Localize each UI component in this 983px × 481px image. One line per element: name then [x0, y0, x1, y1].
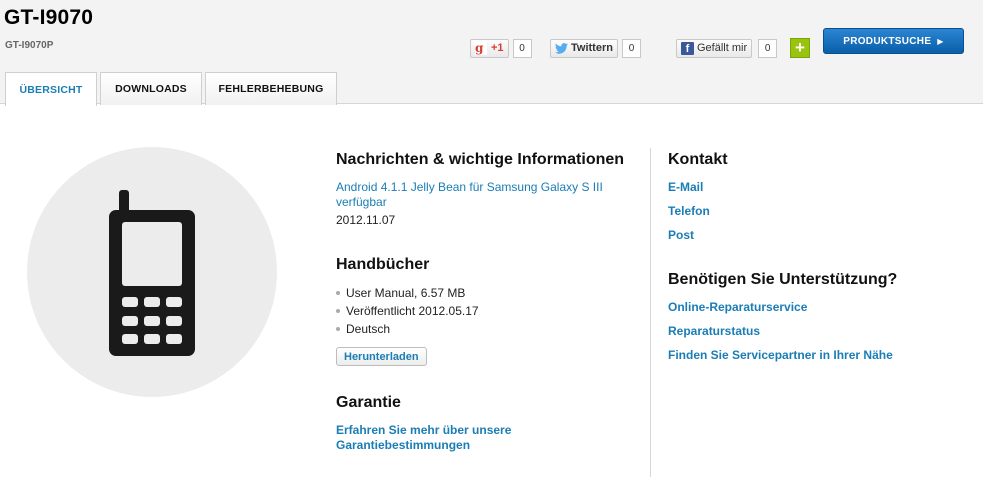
contact-link-post[interactable]: Post — [668, 228, 694, 242]
warranty-link-line-2[interactable]: Garantiebestimmungen — [336, 438, 470, 452]
tab-uebersicht[interactable]: ÜBERSICHT — [5, 72, 97, 106]
model-subtitle: GT-I9070P — [5, 40, 54, 51]
facebook-share: f Gefällt mir 0 — [676, 38, 778, 58]
twitter-button[interactable]: Twittern — [550, 38, 618, 58]
support-link-repair[interactable]: Online-Reparaturservice — [668, 300, 807, 314]
warranty-link-line-1[interactable]: Erfahren Sie mehr über unsere — [336, 423, 511, 437]
download-button[interactable]: Herunterladen — [336, 347, 427, 366]
contact-link-phone[interactable]: Telefon — [668, 204, 710, 218]
gplus-share: g +1 0 — [470, 38, 532, 58]
news-link-line-1[interactable]: Android 4.1.1 Jelly Bean für Samsung Gal… — [336, 180, 603, 194]
facebook-count: 0 — [758, 38, 778, 58]
facebook-label: Gefällt mir — [697, 42, 748, 54]
column-divider — [650, 148, 651, 477]
twitter-count: 0 — [621, 38, 641, 58]
news-date: 2012.11.07 — [336, 213, 396, 227]
bullet-dot — [336, 327, 340, 331]
manual-item: Veröffentlicht 2012.05.17 — [336, 304, 479, 318]
bullet-dot — [336, 309, 340, 313]
manual-item-text: Veröffentlicht 2012.05.17 — [346, 304, 479, 318]
facebook-icon: f — [681, 41, 694, 55]
manual-item-text: Deutsch — [346, 322, 391, 336]
bullet-dot — [336, 291, 340, 295]
manuals-heading: Handbücher — [336, 256, 430, 273]
support-heading: Benötigen Sie Unterstützung? — [668, 271, 898, 288]
arrow-right-icon: ▶ — [937, 36, 944, 46]
page-title: GT-I9070 — [4, 6, 94, 29]
contact-link-email[interactable]: E-Mail — [668, 180, 703, 194]
gplus-icon: g — [475, 41, 487, 55]
share-more-button[interactable]: + — [790, 38, 810, 58]
gplus-button[interactable]: g +1 — [470, 38, 509, 58]
gplus-count: 0 — [512, 38, 532, 58]
manual-item-text: User Manual, 6.57 MB — [346, 286, 466, 300]
twitter-label: Twittern — [571, 42, 613, 54]
contact-heading: Kontakt — [668, 151, 728, 168]
twitter-share: Twittern 0 — [550, 38, 641, 58]
news-heading: Nachrichten & wichtige Informationen — [336, 151, 625, 168]
twitter-bird-icon — [555, 42, 568, 54]
facebook-like-button[interactable]: f Gefällt mir — [676, 38, 753, 58]
produktsuche-label: PRODUKTSUCHE — [843, 35, 932, 47]
news-link-line-2[interactable]: verfügbar — [336, 195, 387, 209]
mobile-phone-icon — [109, 190, 195, 356]
manual-item: User Manual, 6.57 MB — [336, 286, 465, 300]
warranty-heading: Garantie — [336, 394, 401, 411]
gplus-label: +1 — [491, 42, 504, 54]
produktsuche-button[interactable]: PRODUKTSUCHE ▶ — [823, 28, 964, 54]
tab-fehlerbehebung[interactable]: FEHLERBEHEBUNG — [205, 72, 337, 105]
support-link-status[interactable]: Reparaturstatus — [668, 324, 760, 338]
manual-item: Deutsch — [336, 322, 390, 336]
support-link-partner[interactable]: Finden Sie Servicepartner in Ihrer Nähe — [668, 348, 893, 362]
tab-downloads[interactable]: DOWNLOADS — [100, 72, 202, 105]
